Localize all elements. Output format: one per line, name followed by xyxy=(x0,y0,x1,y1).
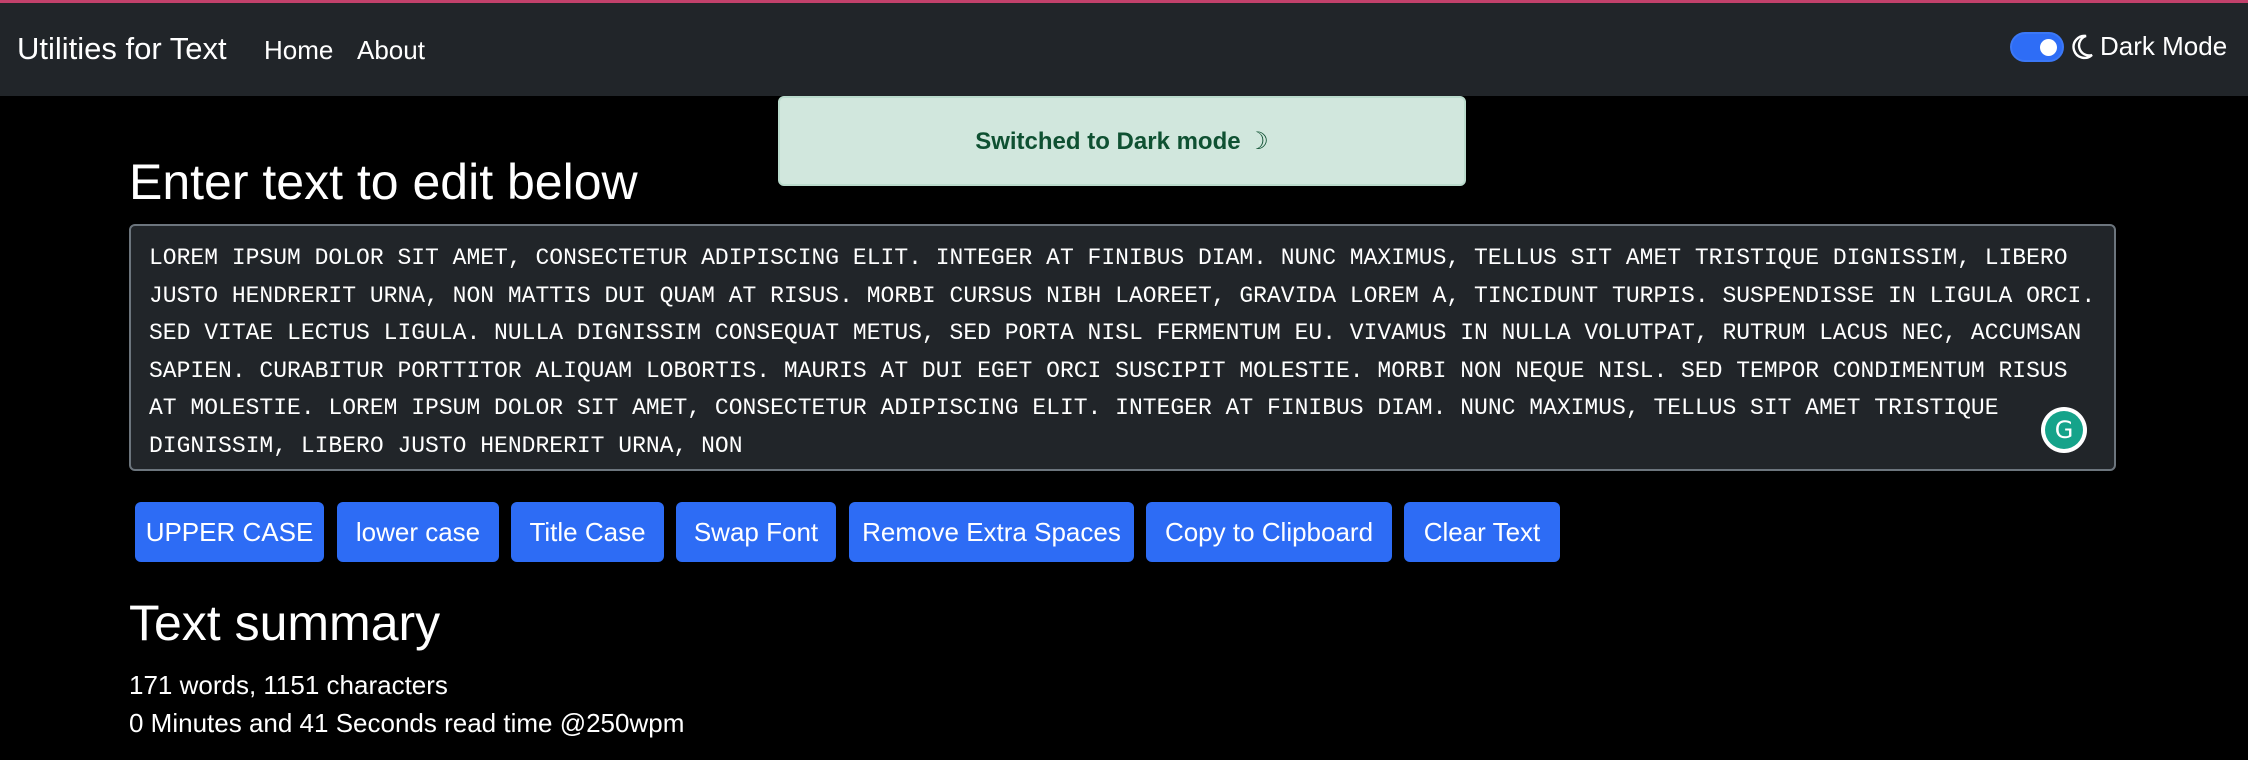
swap-font-button[interactable]: Swap Font xyxy=(676,502,836,562)
lower-case-button[interactable]: lower case xyxy=(337,502,499,562)
moon-icon xyxy=(2072,34,2094,60)
text-input-area[interactable]: LOREM IPSUM DOLOR SIT AMET, CONSECTETUR … xyxy=(129,224,2116,471)
clear-text-button[interactable]: Clear Text xyxy=(1404,502,1560,562)
word-char-count: 171 words, 1151 characters xyxy=(129,670,448,700)
summary-heading: Text summary xyxy=(129,595,441,651)
nav-link-about[interactable]: About xyxy=(357,35,425,66)
remove-extra-spaces-button[interactable]: Remove Extra Spaces xyxy=(849,502,1134,562)
toggle-knob xyxy=(2040,38,2057,56)
editor-heading: Enter text to edit below xyxy=(129,154,638,210)
copy-to-clipboard-button[interactable]: Copy to Clipboard xyxy=(1146,502,1392,562)
nav-link-home[interactable]: Home xyxy=(264,35,333,66)
dark-mode-switch[interactable]: Dark Mode xyxy=(2010,31,2227,62)
grammarly-icon[interactable]: G xyxy=(2041,407,2087,453)
navbar: Utilities for Text Home About Dark Mode xyxy=(0,3,2248,96)
read-time: 0 Minutes and 41 Seconds read time @250w… xyxy=(129,708,685,738)
upper-case-button[interactable]: UPPER CASE xyxy=(135,502,324,562)
brand-title[interactable]: Utilities for Text xyxy=(17,31,227,67)
mode-switch-alert: Switched to Dark mode ☽ xyxy=(778,96,1466,186)
dark-mode-label: Dark Mode xyxy=(2100,31,2228,61)
title-case-button[interactable]: Title Case xyxy=(511,502,664,562)
alert-message: Switched to Dark mode ☽ xyxy=(975,127,1269,155)
grammarly-g-glyph: G xyxy=(2045,411,2083,449)
dark-mode-toggle[interactable] xyxy=(2010,31,2064,62)
